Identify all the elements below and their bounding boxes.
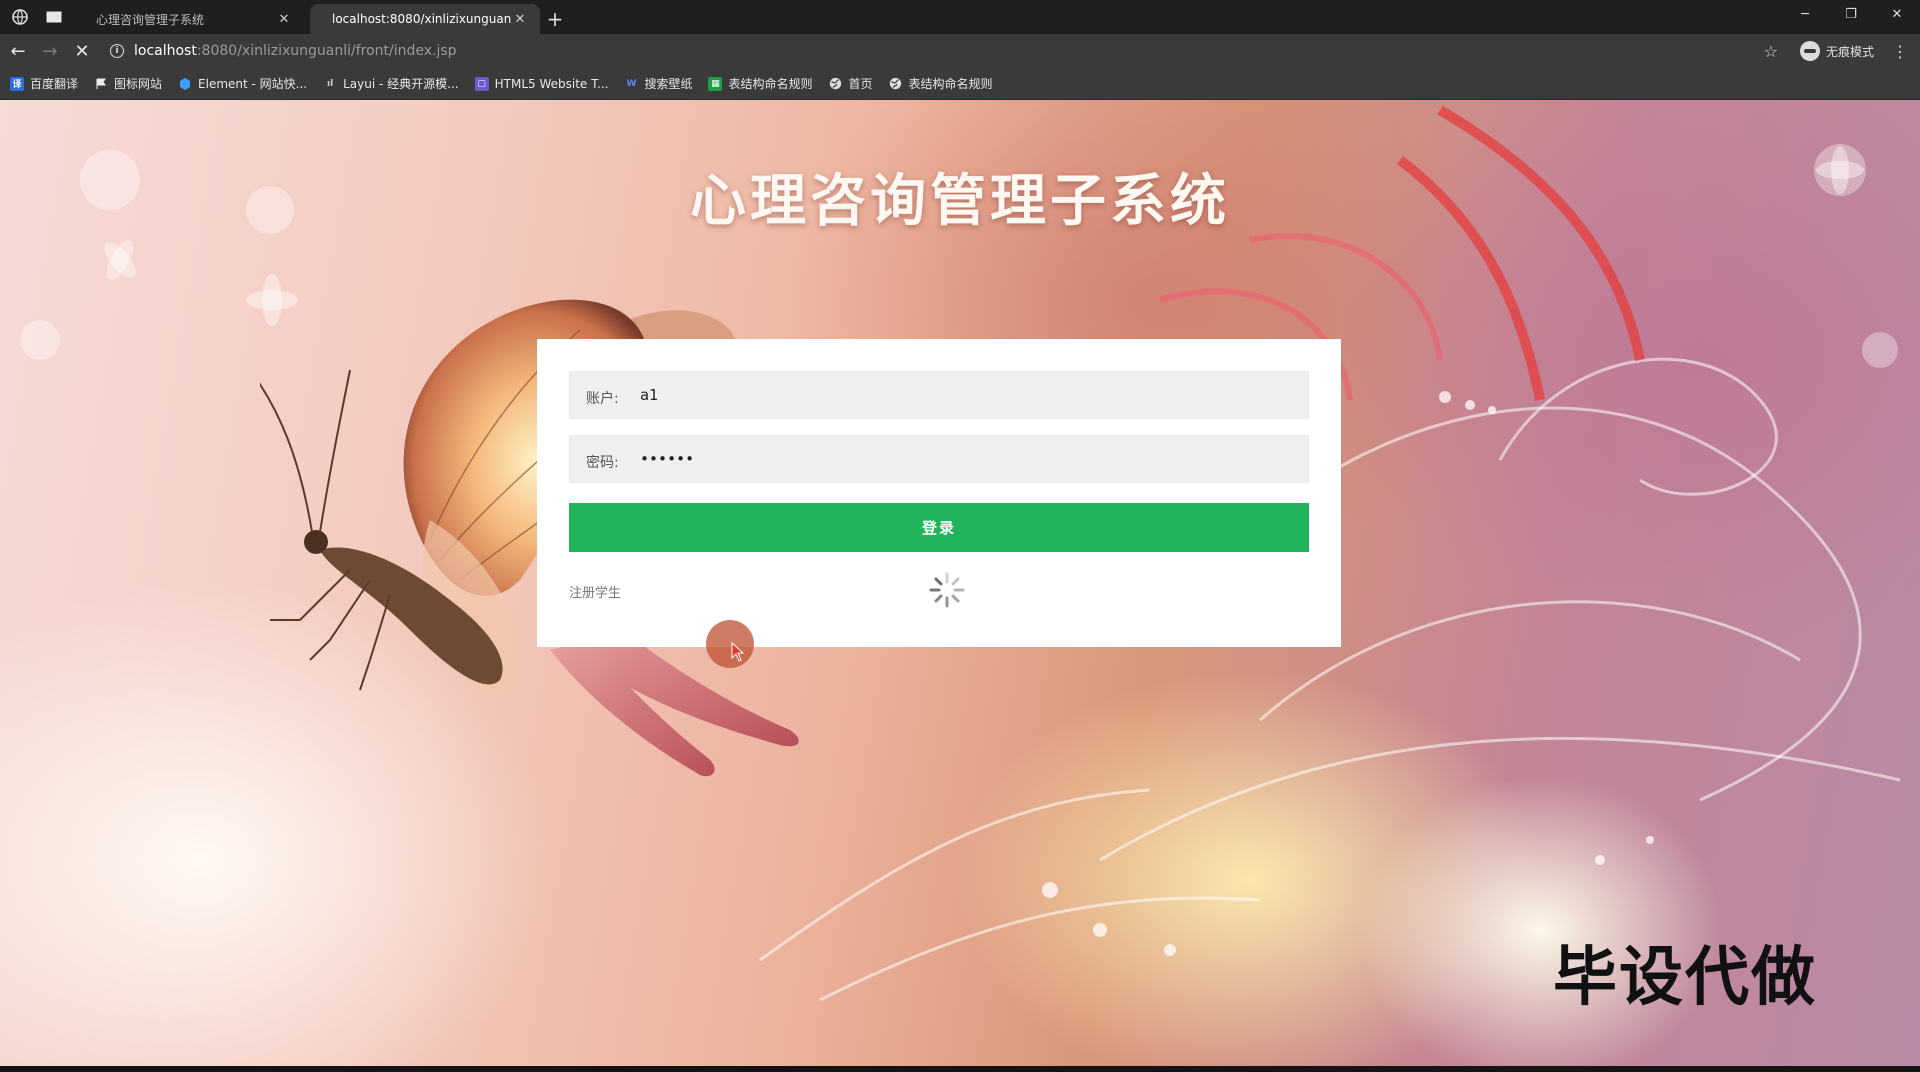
login-button[interactable]: 登录 — [569, 503, 1309, 552]
window-controls: ─ ❐ ✕ — [1782, 0, 1920, 28]
element-icon — [178, 77, 192, 91]
bookmark-item[interactable]: 首页 — [828, 75, 873, 92]
bookmark-label: 表结构命名规则 — [728, 77, 813, 91]
url-host: localhost — [134, 43, 197, 59]
login-page-background: 心理咨询管理子系统 账户: 密码: 登录 注册学生 — [0, 100, 1920, 1066]
watermark-text: 毕设代做 — [1553, 941, 1817, 1015]
bookmark-item[interactable]: 译百度翻译 — [10, 75, 78, 92]
bookmark-label: 表结构命名规则 — [908, 77, 993, 91]
bookmarks-bar: 译百度翻译 图标网站 Element - 网站快... ıl Layui - 经典… — [0, 68, 1920, 100]
flag-icon — [94, 77, 108, 91]
bookmark-item[interactable]: ▢ HTML5 Website T... — [474, 76, 609, 91]
tab-title: localhost:8080/xinlizixunguanli — [332, 12, 512, 26]
address-bar[interactable]: i localhost:8080/xinlizixunguanli/front/… — [98, 37, 1764, 65]
tab-localhost[interactable]: localhost:8080/xinlizixunguanli ✕ — [310, 4, 540, 34]
window-icon — [46, 11, 62, 23]
layui-icon: ıl — [327, 78, 334, 89]
bookmark-label: HTML5 Website T... — [494, 76, 609, 91]
register-student-link[interactable]: 注册学生 — [569, 582, 621, 601]
bookmark-label: 百度翻译 — [30, 77, 79, 91]
incognito-label: 无痕模式 — [1825, 44, 1874, 59]
account-input[interactable] — [640, 372, 1308, 418]
incognito-icon — [1799, 41, 1820, 61]
account-field[interactable]: 账户: — [569, 371, 1309, 419]
tab-search-button[interactable] — [0, 0, 40, 34]
minimize-icon[interactable]: ─ — [1782, 0, 1828, 28]
bookmark-item[interactable]: ıl Layui - 经典开源模... — [323, 75, 459, 92]
close-window-icon[interactable]: ✕ — [1874, 0, 1920, 28]
password-input[interactable] — [640, 436, 1308, 482]
bookmark-item[interactable]: 表结构命名规则 — [889, 75, 993, 92]
wallpaper-icon: W — [626, 78, 637, 89]
account-label: 账户: — [586, 391, 619, 407]
login-form: 账户: 密码: 登录 注册学生 — [537, 339, 1341, 647]
site-info-icon[interactable]: i — [110, 44, 124, 58]
mouse-cursor-icon — [731, 642, 745, 662]
back-icon[interactable]: ← — [2, 36, 34, 66]
loading-spinner-icon — [929, 572, 965, 608]
bookmark-label: 搜索壁纸 — [644, 77, 693, 91]
forward-icon[interactable]: → — [34, 36, 66, 66]
password-field[interactable]: 密码: — [569, 435, 1309, 483]
sheet-icon: ▦ — [708, 76, 723, 91]
bookmark-label: Layui - 经典开源模... — [343, 77, 459, 91]
html5-template-icon: ▢ — [474, 76, 489, 91]
bookmark-item[interactable]: ▦ 表结构命名规则 — [708, 75, 812, 92]
bottom-edge — [0, 1066, 1920, 1072]
browser-toolbar: ← → ✕ i localhost:8080/xinlizixunguanli/… — [0, 34, 1920, 68]
globe-icon — [12, 9, 28, 25]
new-tab-button[interactable]: + — [540, 4, 570, 34]
incognito-badge[interactable]: 无痕模式 — [1799, 41, 1874, 61]
bookmark-label: 首页 — [848, 77, 873, 91]
globe-icon — [889, 77, 903, 91]
page-title: 心理咨询管理子系统 — [690, 169, 1230, 234]
browser-menu-icon[interactable]: ⋮ — [1892, 42, 1908, 61]
tab-title: 心理咨询管理子系统 — [96, 12, 205, 27]
bookmark-item[interactable]: Element - 网站快... — [178, 75, 307, 92]
stop-loading-icon[interactable]: ✕ — [66, 36, 98, 66]
close-icon[interactable]: ✕ — [512, 11, 528, 27]
bookmark-label: 图标网站 — [114, 77, 163, 91]
browser-tab-strip: 心理咨询管理子系统 ✕ localhost:8080/xinlizixungua… — [0, 0, 1920, 34]
tab-psych-system[interactable]: 心理咨询管理子系统 ✕ — [74, 4, 304, 34]
restore-icon[interactable]: ❐ — [1828, 0, 1874, 28]
bookmark-item[interactable]: W 搜索壁纸 — [624, 75, 692, 92]
tab-overview-button[interactable] — [40, 0, 68, 34]
bookmark-label: Element - 网站快... — [198, 77, 308, 91]
bookmark-star-icon[interactable]: ☆ — [1764, 42, 1778, 61]
bookmark-item[interactable]: 图标网站 — [94, 75, 162, 92]
close-icon[interactable]: ✕ — [276, 11, 292, 27]
login-button-label: 登录 — [921, 519, 956, 537]
baidu-translate-icon: 译 — [10, 76, 24, 91]
globe-icon — [828, 77, 842, 91]
password-label: 密码: — [586, 455, 619, 471]
click-indicator — [706, 620, 754, 668]
url-path: :8080/xinlizixunguanli/front/index.jsp — [196, 43, 457, 59]
